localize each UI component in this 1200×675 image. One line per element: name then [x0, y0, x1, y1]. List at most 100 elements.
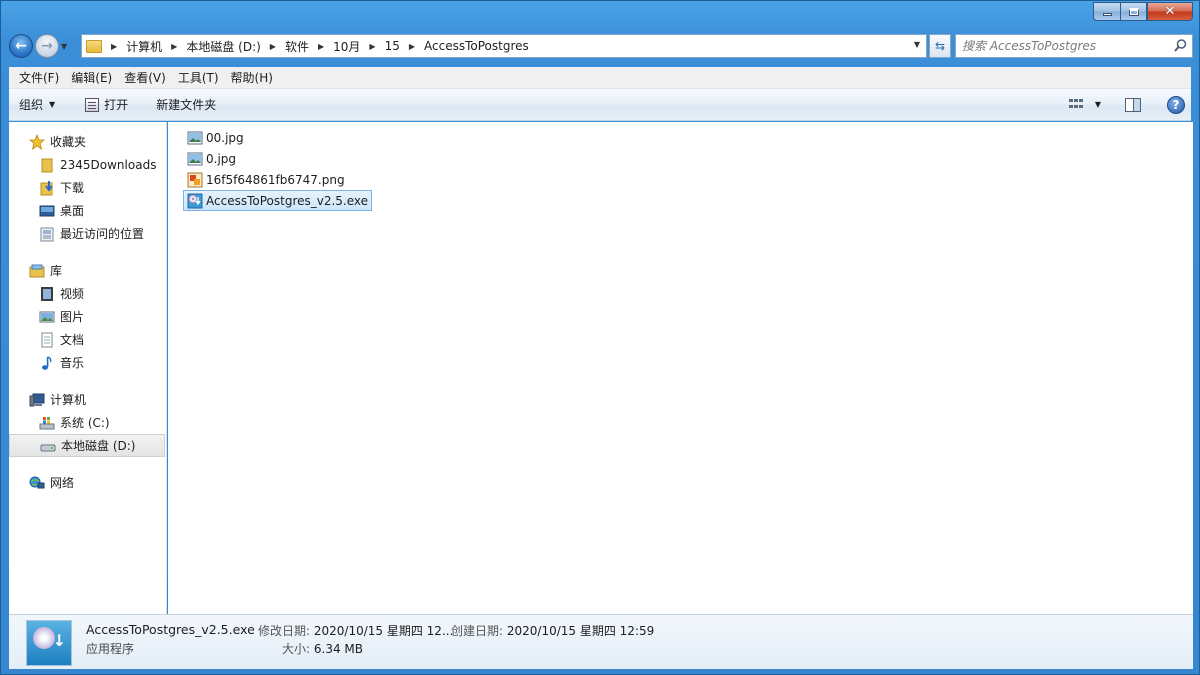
- open-icon: [85, 97, 100, 112]
- breadcrumb-separator-icon[interactable]: ▶: [111, 42, 117, 51]
- sidebar-item-label: 文档: [60, 333, 85, 347]
- documents-icon: [39, 332, 55, 348]
- file-list: 00.jpg 0.jpg 16f5f64861fb6747.png Access…: [168, 122, 1193, 614]
- sidebar-computer-label: 计算机: [50, 393, 87, 407]
- sidebar-item-label: 本地磁盘 (D:): [61, 439, 136, 453]
- sidebar-item-desktop[interactable]: 桌面: [9, 199, 166, 222]
- menu-edit[interactable]: 编辑(E): [65, 69, 118, 86]
- menu-help[interactable]: 帮助(H): [225, 69, 279, 86]
- breadcrumb-separator-icon[interactable]: ▶: [171, 42, 177, 51]
- image-file-icon: [187, 152, 203, 165]
- breadcrumb-separator-icon[interactable]: ▶: [270, 42, 276, 51]
- navigation-pane: 收藏夹 2345Downloads 下载 桌面 最近访问的位置 库 视频 图片 …: [9, 122, 167, 614]
- organize-button[interactable]: 组织 ▼: [9, 89, 65, 120]
- network-icon: [29, 475, 45, 491]
- created-value: 2020/10/15 星期四 12:59: [506, 624, 655, 638]
- help-icon[interactable]: ?: [1167, 95, 1185, 114]
- breadcrumb-software[interactable]: 软件: [285, 38, 309, 55]
- details-file-name: AccessToPostgres_v2.5.exe: [86, 622, 255, 637]
- sidebar-item-documents[interactable]: 文档: [9, 328, 166, 351]
- details-modified: 修改日期: 2020/10/15 星期四 12...: [258, 622, 453, 639]
- file-item-png[interactable]: 16f5f64861fb6747.png: [183, 169, 349, 190]
- desktop-icon: [39, 203, 55, 219]
- network-group: 网络: [9, 471, 166, 494]
- back-arrow-icon: ←: [15, 38, 27, 54]
- breadcrumb-15[interactable]: 15: [385, 39, 400, 53]
- file-item-exe[interactable]: AccessToPostgres_v2.5.exe: [183, 190, 373, 211]
- breadcrumb-drive-d[interactable]: 本地磁盘 (D:): [186, 38, 260, 55]
- modified-value: 2020/10/15 星期四 12...: [313, 624, 454, 638]
- minimize-button[interactable]: [1093, 2, 1120, 21]
- star-icon: [29, 133, 45, 150]
- forward-arrow-icon: →: [41, 38, 53, 54]
- breadcrumb-computer[interactable]: 计算机: [126, 38, 162, 55]
- breadcrumb-separator-icon[interactable]: ▶: [409, 42, 415, 51]
- computer-icon: [29, 392, 45, 408]
- sidebar-computer[interactable]: 计算机: [9, 388, 166, 411]
- search-input[interactable]: [962, 39, 1162, 53]
- sidebar-item-label: 下载: [60, 181, 85, 195]
- back-button[interactable]: ←: [9, 34, 33, 58]
- sidebar-libraries[interactable]: 库: [9, 259, 166, 282]
- forward-button[interactable]: →: [35, 34, 59, 58]
- sidebar-network[interactable]: 网络: [9, 471, 166, 494]
- sidebar-item-label: 最近访问的位置: [60, 227, 145, 241]
- video-icon: [39, 286, 55, 302]
- preview-pane-icon[interactable]: [1125, 97, 1141, 112]
- maximize-icon: [1128, 7, 1139, 16]
- close-icon: ✕: [1164, 4, 1176, 19]
- maximize-button[interactable]: [1120, 2, 1147, 21]
- arrow-down-icon: ↓: [52, 631, 66, 650]
- sidebar-item-label: 音乐: [60, 356, 85, 370]
- library-icon: [29, 263, 45, 279]
- minimize-icon: [1102, 13, 1112, 16]
- music-icon: [39, 355, 55, 371]
- new-folder-button[interactable]: 新建文件夹: [146, 89, 226, 120]
- address-dropdown-icon[interactable]: ▼: [914, 40, 920, 49]
- sidebar-item-pictures[interactable]: 图片: [9, 305, 166, 328]
- view-options-icon: [1068, 98, 1085, 111]
- created-label: 创建日期:: [451, 624, 504, 638]
- search-box[interactable]: [955, 34, 1193, 58]
- open-button[interactable]: 打开: [75, 89, 138, 120]
- folder-icon: [39, 157, 55, 173]
- sidebar-item-2345downloads[interactable]: 2345Downloads: [9, 153, 166, 176]
- file-name: 0.jpg: [206, 151, 237, 166]
- details-created: 创建日期: 2020/10/15 星期四 12:59: [451, 622, 654, 639]
- close-button[interactable]: ✕: [1147, 2, 1193, 21]
- list-item: 00.jpg: [183, 127, 1193, 148]
- file-name: 00.jpg: [206, 130, 244, 145]
- address-bar[interactable]: ▶ 计算机 ▶ 本地磁盘 (D:) ▶ 软件 ▶ 10月 ▶ 15 ▶ Acce…: [81, 34, 927, 58]
- details-pane: ↓ AccessToPostgres_v2.5.exe 应用程序 修改日期: 2…: [9, 614, 1193, 669]
- menu-tools[interactable]: 工具(T): [172, 69, 225, 86]
- png-file-icon: [187, 172, 203, 187]
- breadcrumb-separator-icon[interactable]: ▶: [369, 42, 375, 51]
- sidebar-item-music[interactable]: 音乐: [9, 351, 166, 374]
- sidebar-network-label: 网络: [50, 476, 75, 490]
- sidebar-item-drive-d[interactable]: 本地磁盘 (D:): [9, 434, 165, 457]
- breadcrumb-separator-icon[interactable]: ▶: [318, 42, 324, 51]
- sidebar-favorites[interactable]: 收藏夹: [9, 130, 166, 153]
- menu-view[interactable]: 查看(V): [118, 69, 172, 86]
- sidebar-item-drive-c[interactable]: 系统 (C:): [9, 411, 166, 434]
- organize-label: 组织: [19, 98, 44, 112]
- recent-pages-dropdown[interactable]: ▼: [61, 42, 71, 51]
- search-icon[interactable]: [1174, 39, 1187, 52]
- sidebar-item-downloads[interactable]: 下载: [9, 176, 166, 199]
- system-drive-icon: [39, 415, 55, 431]
- file-item-0-jpg[interactable]: 0.jpg: [183, 148, 240, 169]
- recent-places-icon: [39, 226, 55, 242]
- change-view-button[interactable]: ▼: [1068, 98, 1101, 111]
- view-controls: ▼ ?: [1068, 89, 1185, 120]
- size-value: 6.34 MB: [313, 642, 363, 656]
- breadcrumb-october[interactable]: 10月: [333, 38, 360, 55]
- sidebar-item-label: 视频: [60, 287, 85, 301]
- file-item-00-jpg[interactable]: 00.jpg: [183, 127, 248, 148]
- refresh-button[interactable]: ⇆: [929, 34, 951, 58]
- sidebar-item-videos[interactable]: 视频: [9, 282, 166, 305]
- breadcrumb-current-folder[interactable]: AccessToPostgres: [424, 39, 529, 53]
- list-item: 0.jpg: [183, 148, 1193, 169]
- sidebar-item-label: 系统 (C:): [60, 416, 110, 430]
- sidebar-item-recent-places[interactable]: 最近访问的位置: [9, 222, 166, 245]
- menu-file[interactable]: 文件(F): [13, 69, 65, 86]
